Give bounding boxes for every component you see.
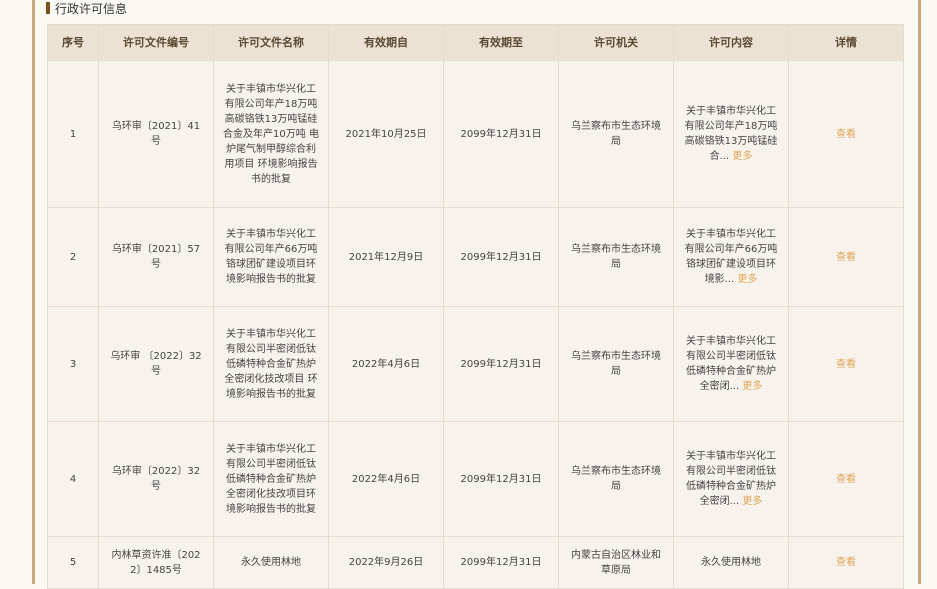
cell-valid-from: 2022年9月26日 [328, 536, 444, 589]
cell-index: 4 [47, 421, 99, 537]
header-doc-name: 许可文件名称 [213, 24, 329, 61]
more-link[interactable]: 更多 [742, 496, 762, 507]
header-doc-no: 许可文件编号 [98, 24, 214, 61]
cell-detail: 查看 [788, 536, 904, 589]
header-valid-to: 有效期至 [443, 24, 559, 61]
cell-authority: 乌兰察布市生态环境局 [558, 207, 674, 307]
header-detail: 详情 [788, 24, 904, 61]
header-index: 序号 [47, 24, 99, 61]
right-frame-border [918, 0, 921, 584]
section-title-marker [46, 2, 50, 14]
cell-valid-from: 2021年12月9日 [328, 207, 444, 307]
cell-valid-to: 2099年12月31日 [443, 421, 559, 537]
cell-valid-from: 2022年4月6日 [328, 306, 444, 422]
more-link[interactable]: 更多 [742, 381, 762, 392]
cell-detail: 查看 [788, 421, 904, 537]
view-link[interactable]: 查看 [836, 252, 856, 263]
cell-index: 2 [47, 207, 99, 307]
cell-content: 关于丰镇市华兴化工有限公司半密闭低钛低磷特种合金矿热炉全密闭... 更多 [673, 306, 789, 422]
view-link[interactable]: 查看 [836, 129, 856, 140]
content-text: 关于丰镇市华兴化工有限公司年产66万吨铬球团矿建设项目环境影... [684, 229, 778, 285]
cell-doc-name: 关于丰镇市华兴化工有限公司年产66万吨铬球团矿建设项目环境影响报告书的批复 [213, 207, 329, 307]
cell-valid-to: 2099年12月31日 [443, 207, 559, 307]
table-row: 5 内林草资许准〔2022〕1485号 永久使用林地 2022年9月26日 20… [47, 536, 904, 589]
more-link[interactable]: 更多 [732, 151, 752, 162]
cell-index: 5 [47, 536, 99, 589]
view-link[interactable]: 查看 [836, 474, 856, 485]
header-content: 许可内容 [673, 24, 789, 61]
section-title-text: 行政许可信息 [55, 1, 128, 16]
cell-authority: 内蒙古自治区林业和草原局 [558, 536, 674, 589]
table-row: 4 乌环审〔2022〕32号 关于丰镇市华兴化工有限公司半密闭低钛低磷特种合金矿… [47, 421, 904, 537]
table-row: 1 乌环审〔2021〕41号 关于丰镇市华兴化工有限公司年产18万吨高碳铬铁13… [47, 60, 904, 208]
more-link[interactable]: 更多 [737, 274, 757, 285]
cell-authority: 乌兰察布市生态环境局 [558, 60, 674, 208]
cell-index: 1 [47, 60, 99, 208]
header-authority: 许可机关 [558, 24, 674, 61]
cell-detail: 查看 [788, 60, 904, 208]
cell-authority: 乌兰察布市生态环境局 [558, 306, 674, 422]
cell-doc-no: 乌环审〔2022〕32号 [98, 421, 214, 537]
cell-content: 关于丰镇市华兴化工有限公司年产66万吨铬球团矿建设项目环境影... 更多 [673, 207, 789, 307]
cell-detail: 查看 [788, 306, 904, 422]
cell-content: 关于丰镇市华兴化工有限公司半密闭低钛低磷特种合金矿热炉全密闭... 更多 [673, 421, 789, 537]
header-valid-from: 有效期自 [328, 24, 444, 61]
cell-valid-to: 2099年12月31日 [443, 536, 559, 589]
license-table: 序号 许可文件编号 许可文件名称 有效期自 有效期至 许可机关 许可内容 详情 … [47, 24, 904, 589]
cell-content: 关于丰镇市华兴化工有限公司年产18万吨高碳铬铁13万吨锰硅合... 更多 [673, 60, 789, 208]
cell-doc-no: 乌环审〔2021〕57号 [98, 207, 214, 307]
cell-index: 3 [47, 306, 99, 422]
left-frame-border [32, 0, 35, 584]
cell-doc-name: 关于丰镇市华兴化工有限公司年产18万吨高碳铬铁13万吨锰硅合金及年产10万吨 电… [213, 60, 329, 208]
table-header-row: 序号 许可文件编号 许可文件名称 有效期自 有效期至 许可机关 许可内容 详情 [47, 24, 904, 61]
content-text: 关于丰镇市华兴化工有限公司半密闭低钛低磷特种合金矿热炉全密闭... [686, 451, 776, 507]
table-row: 3 乌环审 〔2022〕32号 关于丰镇市华兴化工有限公司半密闭低钛低磷特种合金… [47, 306, 904, 422]
view-link[interactable]: 查看 [836, 557, 856, 568]
cell-doc-name: 关于丰镇市华兴化工有限公司半密闭低钛低磷特种合金矿热炉全密闭化技改项目 环境影响… [213, 306, 329, 422]
cell-doc-name: 关于丰镇市华兴化工有限公司半密闭低钛低磷特种合金矿热炉全密闭化技改项目环境影响报… [213, 421, 329, 537]
content-text: 关于丰镇市华兴化工有限公司半密闭低钛低磷特种合金矿热炉全密闭... [686, 336, 776, 392]
cell-valid-from: 2022年4月6日 [328, 421, 444, 537]
cell-doc-no: 内林草资许准〔2022〕1485号 [98, 536, 214, 589]
content-text: 关于丰镇市华兴化工有限公司年产18万吨高碳铬铁13万吨锰硅合... [684, 106, 778, 162]
cell-content: 永久使用林地 [673, 536, 789, 589]
cell-authority: 乌兰察布市生态环境局 [558, 421, 674, 537]
section-title: 行政许可信息 [46, 0, 127, 16]
cell-detail: 查看 [788, 207, 904, 307]
cell-doc-no: 乌环审〔2021〕41号 [98, 60, 214, 208]
table-row: 2 乌环审〔2021〕57号 关于丰镇市华兴化工有限公司年产66万吨铬球团矿建设… [47, 207, 904, 307]
cell-valid-to: 2099年12月31日 [443, 306, 559, 422]
cell-doc-no: 乌环审 〔2022〕32号 [98, 306, 214, 422]
cell-doc-name: 永久使用林地 [213, 536, 329, 589]
cell-valid-from: 2021年10月25日 [328, 60, 444, 208]
cell-valid-to: 2099年12月31日 [443, 60, 559, 208]
view-link[interactable]: 查看 [836, 359, 856, 370]
